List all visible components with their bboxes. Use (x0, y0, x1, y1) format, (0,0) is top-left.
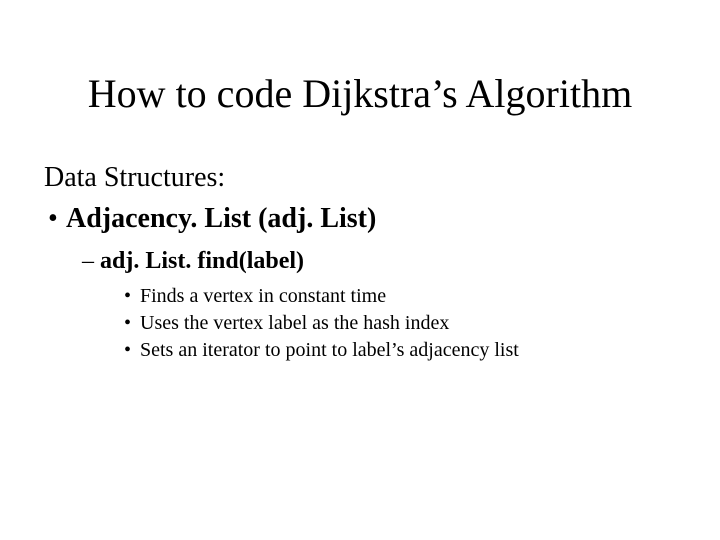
dash-icon: – (82, 246, 100, 276)
bullet-level-3-text: Finds a vertex in constant time (140, 285, 386, 307)
bullet-level-2-text: adj. List. find(label) (100, 248, 304, 274)
slide: How to code Dijkstra’s Algorithm Data St… (0, 0, 720, 540)
bullet-level-1: •Adjacency. List (adj. List) (44, 201, 684, 236)
bullet-icon: • (124, 338, 140, 363)
bullet-level-3: •Uses the vertex label as the hash index (44, 311, 684, 336)
bullet-level-3-text: Sets an iterator to point to label’s adj… (140, 339, 519, 361)
bullet-level-3-text: Uses the vertex label as the hash index (140, 312, 449, 334)
bullet-level-1-text: Adjacency. List (adj. List) (66, 203, 376, 234)
bullet-icon: • (124, 284, 140, 309)
slide-body: Data Structures: •Adjacency. List (adj. … (44, 160, 684, 365)
bullet-icon: • (124, 311, 140, 336)
intro-line: Data Structures: (44, 160, 684, 195)
bullet-level-3: •Finds a vertex in constant time (44, 284, 684, 309)
bullet-level-3: •Sets an iterator to point to label’s ad… (44, 338, 684, 363)
bullet-icon: • (48, 201, 66, 236)
slide-title: How to code Dijkstra’s Algorithm (0, 72, 720, 116)
bullet-level-2: –adj. List. find(label) (44, 246, 684, 276)
